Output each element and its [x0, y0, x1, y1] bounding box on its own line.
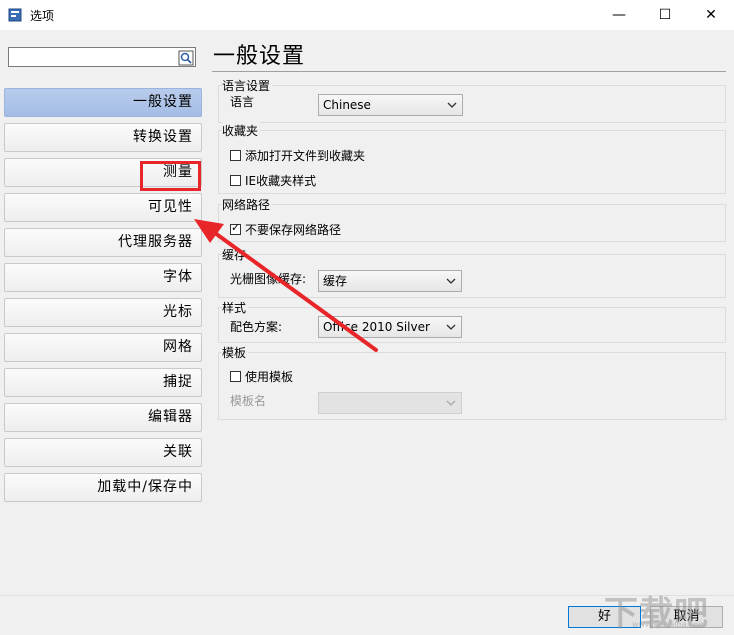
template-name-label: 模板名	[230, 394, 267, 408]
add-open-files-checkbox[interactable]	[230, 150, 241, 161]
sidebar-item-snap[interactable]: 捕捉	[4, 368, 202, 397]
sidebar-item-general[interactable]: 一般设置	[4, 88, 202, 117]
chevron-down-icon	[446, 278, 456, 284]
search-icon[interactable]	[178, 50, 194, 66]
raster-cache-label: 光栅图像缓存:	[230, 272, 307, 286]
cache-group-label: 缓存	[222, 246, 249, 263]
title-divider	[212, 71, 726, 72]
sidebar-item-font[interactable]: 字体	[4, 263, 202, 292]
window-title: 选项	[30, 9, 55, 23]
use-template-checkbox[interactable]	[230, 371, 241, 382]
network-group-label: 网络路径	[222, 196, 273, 213]
chevron-down-icon	[447, 102, 457, 108]
use-template-label: 使用模板	[245, 370, 294, 384]
watermark-url: www.xiazaiba.com	[632, 620, 707, 629]
chevron-down-icon	[446, 324, 456, 330]
style-group	[218, 307, 726, 343]
sidebar-item-proxy[interactable]: 代理服务器	[4, 228, 202, 257]
dont-save-network-checkbox[interactable]: ✓	[230, 221, 241, 235]
sidebar-item-load-save[interactable]: 加载中/保存中	[4, 473, 202, 502]
raster-cache-select[interactable]: 缓存	[318, 270, 462, 292]
maximize-icon: ☐	[658, 7, 672, 23]
check-icon: ✓	[231, 221, 241, 234]
page-title: 一般设置	[213, 44, 306, 69]
chevron-down-icon	[446, 400, 456, 406]
minimize-button[interactable]: —	[596, 0, 642, 30]
highlight-box	[140, 161, 201, 191]
sidebar-item-grid[interactable]: 网格	[4, 333, 202, 362]
ie-style-checkbox[interactable]	[230, 175, 241, 186]
sidebar-item-cursor[interactable]: 光标	[4, 298, 202, 327]
language-group-label: 语言设置	[222, 77, 273, 94]
sidebar-item-conversion[interactable]: 转换设置	[4, 123, 202, 152]
watermark-logo: 下载吧 www.xiazaiba.com	[592, 578, 730, 634]
template-group	[218, 352, 726, 420]
sidebar-item-editor[interactable]: 编辑器	[4, 403, 202, 432]
template-name-select[interactable]	[318, 392, 462, 414]
search-input[interactable]	[8, 47, 196, 67]
language-group	[218, 85, 726, 123]
sidebar-item-visibility[interactable]: 可见性	[4, 193, 202, 222]
color-scheme-value: Office 2010 Silver	[323, 320, 430, 334]
language-select[interactable]: Chinese	[318, 94, 463, 116]
close-button[interactable]: ✕	[688, 0, 734, 30]
template-group-label: 模板	[222, 344, 249, 361]
language-label: 语言	[230, 95, 255, 109]
raster-cache-value: 缓存	[323, 274, 348, 288]
minimize-icon: —	[612, 7, 626, 23]
maximize-button[interactable]: ☐	[642, 0, 688, 30]
ie-style-label: IE收藏夹样式	[245, 174, 317, 188]
add-open-files-label: 添加打开文件到收藏夹	[245, 149, 366, 163]
language-select-value: Chinese	[323, 98, 371, 112]
app-icon	[8, 8, 22, 22]
sidebar-item-association[interactable]: 关联	[4, 438, 202, 467]
dont-save-network-label: 不要保存网络路径	[245, 223, 342, 237]
color-scheme-select[interactable]: Office 2010 Silver	[318, 316, 462, 338]
style-group-label: 样式	[222, 299, 249, 316]
color-scheme-label: 配色方案:	[230, 320, 283, 334]
close-icon: ✕	[705, 7, 717, 23]
favorites-group-label: 收藏夹	[222, 122, 261, 139]
